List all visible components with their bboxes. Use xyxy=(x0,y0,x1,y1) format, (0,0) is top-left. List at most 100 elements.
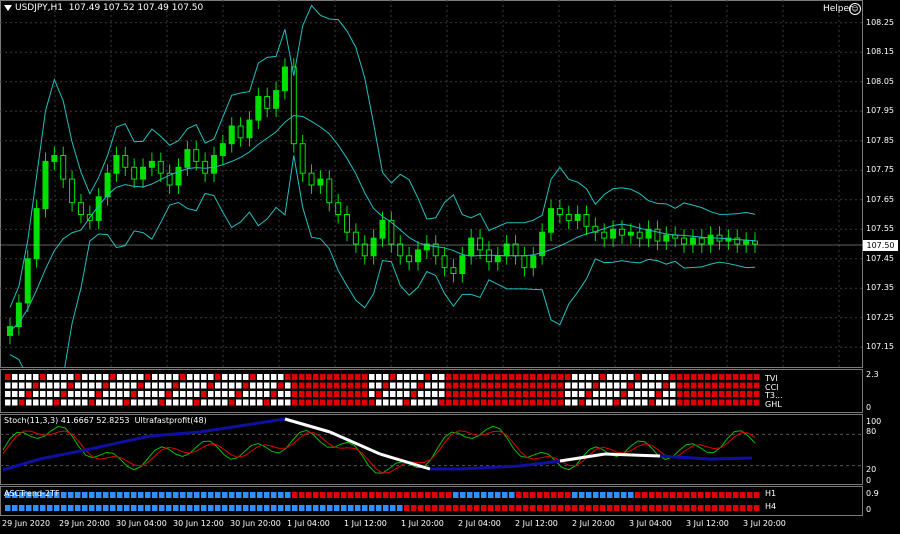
trend-cell xyxy=(593,505,599,511)
ultrafast-segment xyxy=(604,452,661,458)
candle-body xyxy=(148,160,155,168)
signal-cell xyxy=(656,399,662,406)
signal-cell xyxy=(47,399,53,406)
signal-cell xyxy=(530,399,536,406)
signal-cell xyxy=(159,382,165,389)
signal-cell xyxy=(194,399,200,406)
signal-cell xyxy=(89,391,95,397)
signal-cell xyxy=(40,374,46,380)
signal-cell xyxy=(628,399,634,406)
stoch-tick: 80 xyxy=(866,427,877,436)
trend-cell xyxy=(131,505,137,511)
price-tick: 107.95 xyxy=(866,106,894,116)
signal-cell xyxy=(684,382,690,389)
signal-cell xyxy=(586,391,592,397)
signal-cell xyxy=(75,399,81,406)
ultrafast-segment xyxy=(284,417,331,434)
candle-body xyxy=(414,249,421,263)
signal-cell xyxy=(649,382,655,389)
trend-cell xyxy=(733,505,739,511)
signal-cell xyxy=(355,374,361,380)
signal-cell xyxy=(159,374,165,380)
signal-cell xyxy=(509,399,515,406)
trend-cell xyxy=(320,492,326,498)
trend-cell xyxy=(537,505,543,511)
signal-cell xyxy=(712,391,718,397)
signal-cell xyxy=(110,391,116,397)
signal-cell xyxy=(502,391,508,397)
trend-cell xyxy=(635,492,641,498)
helper-icon[interactable]: ☺ xyxy=(849,3,861,15)
signal-cell xyxy=(362,382,368,389)
signal-cell xyxy=(649,391,655,397)
candle-body xyxy=(24,258,31,304)
signal-cell xyxy=(551,399,557,406)
signal-cell xyxy=(145,374,151,380)
signal-cell xyxy=(614,399,620,406)
signal-cell xyxy=(236,399,242,406)
trend-cell xyxy=(390,492,396,498)
trend-cell xyxy=(530,492,536,498)
signal-cell xyxy=(334,374,340,380)
trend-cell xyxy=(614,492,620,498)
ultrafast-segment xyxy=(39,447,91,461)
trend-cell xyxy=(446,492,452,498)
candle-body xyxy=(344,214,351,233)
signal-cell xyxy=(670,399,676,406)
signal-cell xyxy=(208,382,214,389)
signal-cell xyxy=(446,391,452,397)
candle-body xyxy=(432,243,439,257)
signal-cell xyxy=(96,399,102,406)
signal-cell xyxy=(453,399,459,406)
signal-cell xyxy=(180,374,186,380)
signal-cell xyxy=(383,374,389,380)
trend-cell xyxy=(110,505,116,511)
signal-cell xyxy=(705,382,711,389)
candle-body xyxy=(548,208,555,233)
signal-cell xyxy=(215,399,221,406)
trend-cell xyxy=(103,505,109,511)
signal-cell xyxy=(628,374,634,380)
dropdown-icon[interactable] xyxy=(4,5,12,11)
trend-cell xyxy=(327,492,333,498)
trend-cell xyxy=(747,492,753,498)
signal-cell xyxy=(348,399,354,406)
trend-cell xyxy=(320,505,326,511)
trend-cell xyxy=(691,505,697,511)
time-tick: 30 Jun 20:00 xyxy=(230,519,281,528)
trend-cell xyxy=(68,505,74,511)
signal-cell xyxy=(278,382,284,389)
signal-cell xyxy=(467,374,473,380)
trend-cell xyxy=(82,492,88,498)
ultrafast-segment xyxy=(199,417,286,434)
signal-cell xyxy=(208,391,214,397)
trend-cell xyxy=(194,505,200,511)
trend-cell xyxy=(173,492,179,498)
signal-cell xyxy=(621,374,627,380)
candle-body xyxy=(317,178,324,186)
signal-cell xyxy=(537,399,543,406)
trend-cell xyxy=(425,492,431,498)
signal-cell xyxy=(502,382,508,389)
signal-cell xyxy=(537,382,543,389)
candle-body xyxy=(512,243,519,257)
trend-cell xyxy=(138,492,144,498)
trend-cell xyxy=(474,505,480,511)
signal-cell xyxy=(747,374,753,380)
trend-cell xyxy=(180,505,186,511)
signal-cell xyxy=(194,391,200,397)
price-tick: 107.35 xyxy=(866,283,894,293)
signal-cell xyxy=(474,391,480,397)
signal-cell xyxy=(334,391,340,397)
signal-cell xyxy=(166,374,172,380)
signal-cell xyxy=(530,382,536,389)
signal-cell xyxy=(306,374,312,380)
signal-cell xyxy=(264,391,270,397)
candle-body xyxy=(654,228,661,242)
time-tick: 30 Jun 04:00 xyxy=(116,519,167,528)
candle-body xyxy=(698,237,705,245)
signal-cell xyxy=(257,391,263,397)
trend-cell xyxy=(537,492,543,498)
signal-cell xyxy=(425,399,431,406)
trend-cell xyxy=(12,505,18,511)
